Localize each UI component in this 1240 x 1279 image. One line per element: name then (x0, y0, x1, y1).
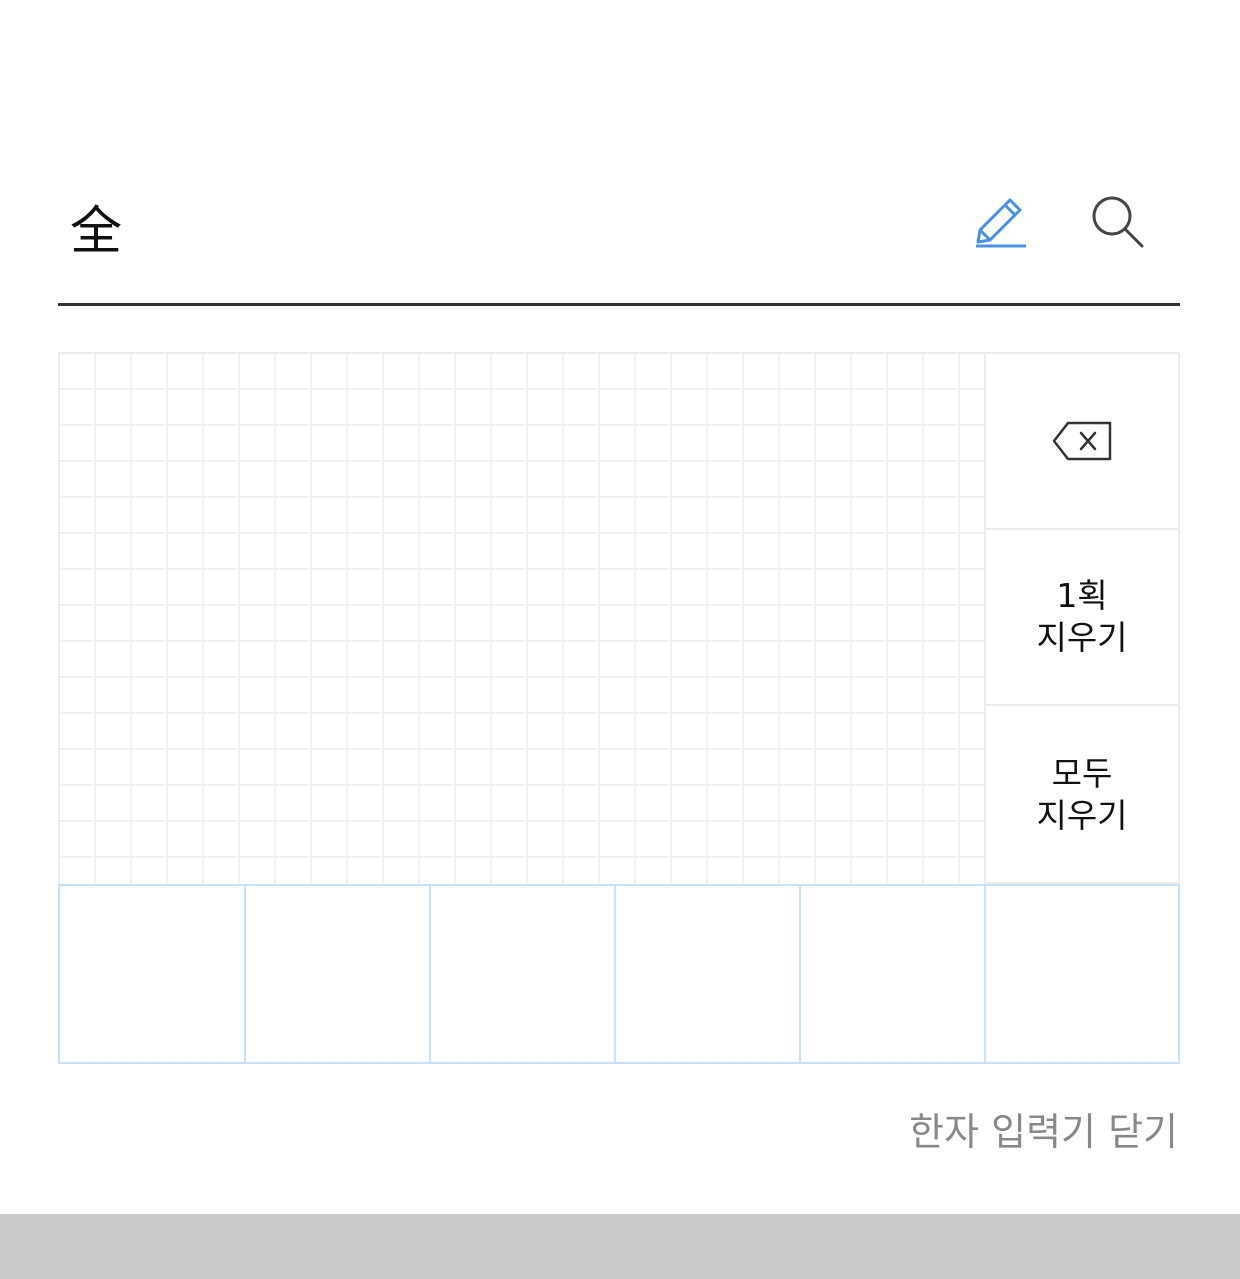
undo-stroke-button[interactable]: 1획 지우기 (986, 530, 1178, 706)
undo-stroke-label: 1획 지우기 (1036, 576, 1128, 657)
handwriting-button[interactable] (966, 190, 1030, 254)
drawing-canvas[interactable] (58, 352, 986, 884)
search-icon (1092, 196, 1144, 248)
candidate-slot[interactable] (246, 886, 431, 1062)
close-hanja-input-link[interactable]: 한자 입력기 닫기 (909, 1106, 1178, 1158)
handwriting-pad: 1획 지우기 모두 지우기 (58, 352, 1180, 1064)
bottom-bar (0, 1214, 1240, 1279)
backspace-button[interactable] (986, 354, 1178, 530)
backspace-icon (1052, 421, 1112, 461)
candidate-slot[interactable] (60, 886, 246, 1062)
candidate-slot[interactable] (986, 886, 1178, 1062)
candidate-slot[interactable] (801, 886, 986, 1062)
pad-side-keys: 1획 지우기 모두 지우기 (984, 352, 1180, 884)
candidate-slot[interactable] (616, 886, 801, 1062)
clear-all-label: 모두 지우기 (1036, 754, 1128, 835)
candidate-slot[interactable] (431, 886, 616, 1062)
clear-all-button[interactable]: 모두 지우기 (986, 706, 1178, 884)
search-input[interactable]: 全 (70, 196, 122, 268)
search-bar: 全 (58, 168, 1180, 306)
pencil-icon (976, 198, 1026, 248)
candidate-bar (58, 884, 1180, 1064)
search-button[interactable] (1086, 190, 1150, 254)
